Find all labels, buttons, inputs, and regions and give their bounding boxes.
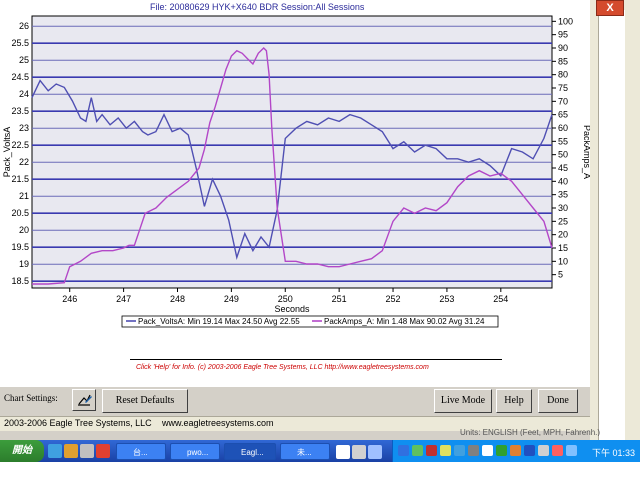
y-left-tick-label: 26 bbox=[19, 21, 29, 31]
live-mode-button[interactable]: Live Mode bbox=[434, 389, 492, 413]
tray-icon-9[interactable] bbox=[510, 445, 521, 456]
y-left-tick-label: 20 bbox=[19, 225, 29, 235]
y-right-tick-label: 35 bbox=[558, 190, 568, 200]
task-button-4[interactable]: 未... bbox=[280, 443, 330, 460]
help-icon[interactable] bbox=[352, 445, 366, 459]
app-icon-b[interactable] bbox=[368, 445, 382, 459]
y-right-tick-label: 20 bbox=[558, 230, 568, 240]
x-tick-label: 250 bbox=[278, 294, 293, 304]
y-left-tick-label: 20.5 bbox=[11, 208, 29, 218]
start-button[interactable]: 開始 bbox=[0, 440, 44, 462]
y-left-tick-label: 19.5 bbox=[11, 242, 29, 252]
tray-icon-11[interactable] bbox=[538, 445, 549, 456]
y-left-tick-label: 18.5 bbox=[11, 276, 29, 286]
chart-settings-label: Chart Settings: bbox=[4, 393, 58, 403]
y-left-tick-label: 23.5 bbox=[11, 106, 29, 116]
y-left-tick-label: 25 bbox=[19, 55, 29, 65]
divider bbox=[130, 359, 502, 360]
y-left-tick-label: 19 bbox=[19, 259, 29, 269]
clock: 下午 01:33 bbox=[592, 448, 636, 458]
legend-entry-1: PackAmps_A: Min 1.48 Max 90.02 Avg 31.24 bbox=[324, 317, 485, 326]
x-tick-label: 246 bbox=[62, 294, 77, 304]
y-right-tick-label: 5 bbox=[558, 270, 563, 280]
pen-chart-icon bbox=[78, 394, 92, 406]
y-right-tick-label: 95 bbox=[558, 30, 568, 40]
chart-area: 18.5 19 19.5 20 20.5 21 21.5 22 22.5 23 23.5 24 24.5… bbox=[0, 12, 590, 388]
y-right-tick-label: 65 bbox=[558, 110, 568, 120]
y-right-tick-label: 60 bbox=[558, 123, 568, 133]
folder-icon[interactable] bbox=[64, 444, 78, 458]
y-left-tick-label: 21.5 bbox=[11, 174, 29, 184]
y-left-tick-label: 22.5 bbox=[11, 140, 29, 150]
units-label: Units: ENGLISH (Feet, MPH, Fahrenh.) bbox=[460, 428, 601, 436]
file-session-title: File: 20080629 HYK+X640 BDR Session:All … bbox=[150, 2, 365, 12]
done-button[interactable]: Done bbox=[538, 389, 578, 413]
tray-icon-4[interactable] bbox=[440, 445, 451, 456]
x-tick-label: 249 bbox=[224, 294, 239, 304]
x-axis-label: Seconds bbox=[274, 304, 310, 314]
y-left-tick-label: 25.5 bbox=[11, 38, 29, 48]
x-tick-label: 247 bbox=[116, 294, 131, 304]
y-left-tick-label: 22 bbox=[19, 157, 29, 167]
y-left-tick-label: 21 bbox=[19, 191, 29, 201]
x-tick-label: 252 bbox=[386, 294, 401, 304]
x-tick-label: 254 bbox=[493, 294, 508, 304]
task-button-2[interactable]: pwo... bbox=[170, 443, 220, 460]
x-tick-label: 248 bbox=[170, 294, 185, 304]
tray-icon-13[interactable] bbox=[566, 445, 577, 456]
tray-icon-12[interactable] bbox=[552, 445, 563, 456]
legend-entry-0: Pack_VoltsA: Min 19.14 Max 24.50 Avg 22.… bbox=[138, 317, 300, 326]
y-right-tick-label: 70 bbox=[558, 96, 568, 106]
y-right-tick-label: 15 bbox=[558, 243, 568, 253]
tray-icon-5[interactable] bbox=[454, 445, 465, 456]
info-line: Click 'Help' for Info. (c) 2003-2006 Eag… bbox=[136, 364, 429, 371]
tray-icon-10[interactable] bbox=[524, 445, 535, 456]
y-left-tick-label: 23 bbox=[19, 123, 29, 133]
ie-icon[interactable] bbox=[48, 444, 62, 458]
x-tick-label: 253 bbox=[439, 294, 454, 304]
y-right-tick-label: 50 bbox=[558, 150, 568, 160]
y-left-axis-label: Pack_VoltsA bbox=[2, 127, 12, 178]
close-icon[interactable]: X bbox=[596, 0, 624, 16]
media-icon[interactable] bbox=[96, 444, 110, 458]
status-url: www.eagletreesystems.com bbox=[162, 418, 274, 428]
y-right-axis-label: PackAmps_A bbox=[582, 125, 590, 179]
y-right-tick-label: 40 bbox=[558, 176, 568, 186]
app-icon-a[interactable] bbox=[336, 445, 350, 459]
y-right-tick-label: 85 bbox=[558, 56, 568, 66]
reset-defaults-button[interactable]: Reset Defaults bbox=[102, 389, 188, 413]
y-right-tick-label: 80 bbox=[558, 70, 568, 80]
help-button[interactable]: Help bbox=[496, 389, 532, 413]
status-copyright: 2003-2006 Eagle Tree Systems, LLC bbox=[4, 418, 152, 428]
y-left-tick-label: 24.5 bbox=[11, 72, 29, 82]
y-right-tick-label: 45 bbox=[558, 163, 568, 173]
chart-svg: 18.5 19 19.5 20 20.5 21 21.5 22 22.5 23 23.5 24 24.5… bbox=[2, 15, 590, 328]
y-left-tick-label: 24 bbox=[19, 89, 29, 99]
desktop-bottom bbox=[0, 462, 640, 480]
tray-icon-7[interactable] bbox=[482, 445, 493, 456]
y-right-tick-label: 10 bbox=[558, 256, 568, 266]
y-right-tick-label: 75 bbox=[558, 83, 568, 93]
right-edge-panel bbox=[590, 0, 640, 440]
y-right-tick-label: 100 bbox=[558, 16, 573, 26]
desktop-icon[interactable] bbox=[80, 444, 94, 458]
tray-icon-3[interactable] bbox=[426, 445, 437, 456]
tray-icon-1[interactable] bbox=[398, 445, 409, 456]
tray-icon-8[interactable] bbox=[496, 445, 507, 456]
y-right-tick-label: 30 bbox=[558, 203, 568, 213]
y-right-tick-label: 25 bbox=[558, 216, 568, 226]
task-button-1[interactable]: 台... bbox=[116, 443, 166, 460]
chart-settings-button[interactable] bbox=[72, 389, 96, 411]
tray-icon-2[interactable] bbox=[412, 445, 423, 456]
y-right-tick-label: 90 bbox=[558, 43, 568, 53]
tray-icon-6[interactable] bbox=[468, 445, 479, 456]
x-tick-label: 251 bbox=[332, 294, 347, 304]
y-right-tick-label: 55 bbox=[558, 136, 568, 146]
task-button-3[interactable]: Eagl... bbox=[224, 443, 276, 460]
